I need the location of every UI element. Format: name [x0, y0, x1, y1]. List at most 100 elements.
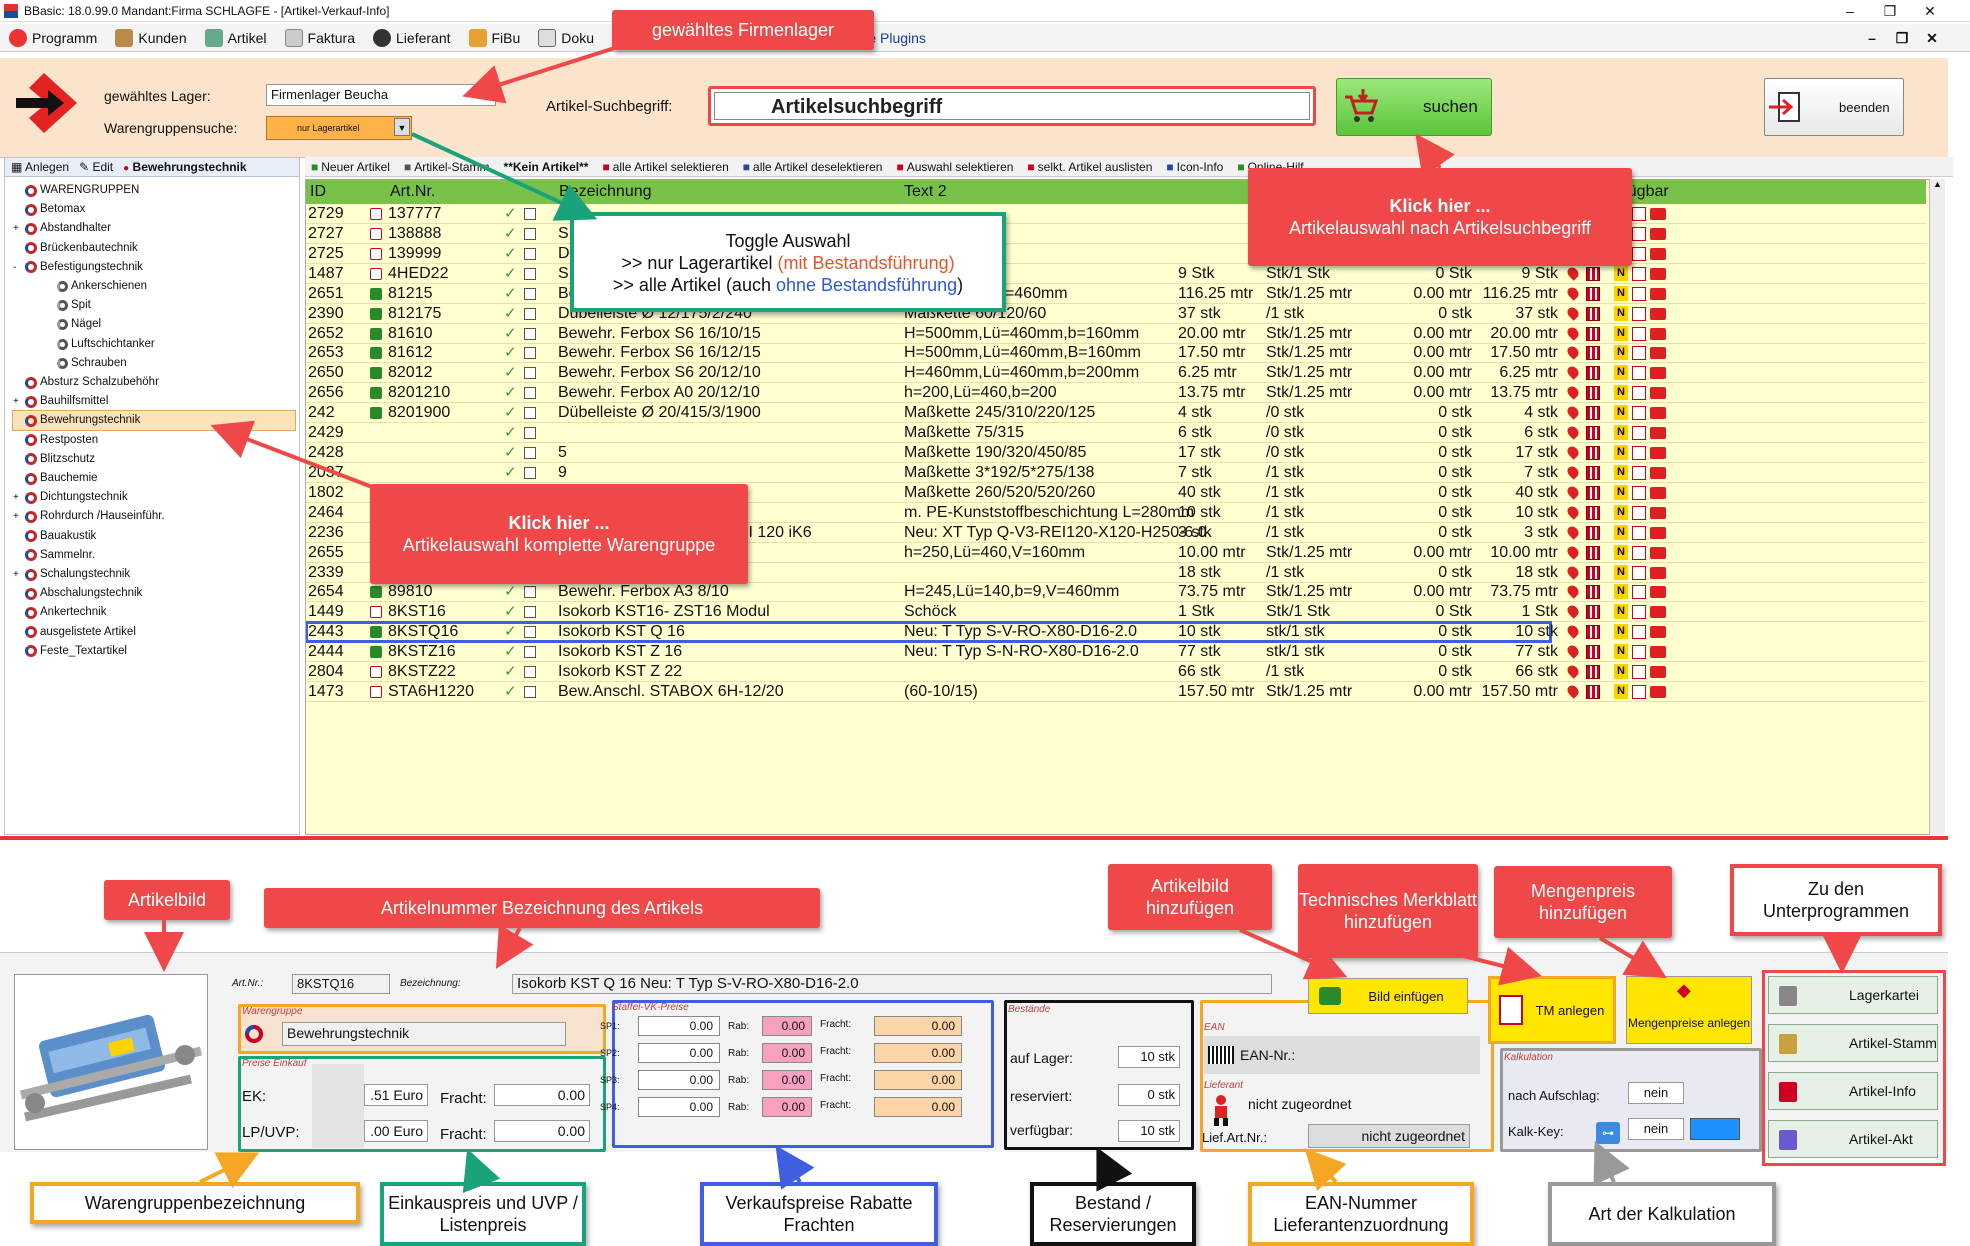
shelf-icon[interactable] [1586, 605, 1600, 620]
edit-doc-icon[interactable] [1632, 386, 1646, 401]
shelf-icon[interactable] [1586, 286, 1600, 301]
n-flag-icon[interactable]: N [1614, 504, 1628, 520]
chevron-down-icon[interactable]: ▼ [394, 118, 410, 136]
tree-item[interactable]: Betomax [13, 200, 295, 219]
select-checkbox[interactable] [524, 646, 536, 659]
table-row[interactable]: 2653 81612 Bewehr. Ferbox S6 16/12/15 H=500… [306, 343, 1926, 364]
edit-doc-icon[interactable] [1632, 465, 1646, 480]
location-pin-icon[interactable] [1565, 404, 1581, 420]
select-checkbox[interactable] [524, 427, 536, 440]
liefnr-field[interactable]: nicht zugeordnet [1308, 1124, 1470, 1148]
tree-item[interactable]: Ankerschienen [45, 277, 295, 296]
shelf-icon[interactable] [1586, 485, 1600, 500]
price-tag-icon[interactable] [1650, 566, 1666, 579]
shelf-icon[interactable] [1586, 525, 1600, 540]
location-pin-icon[interactable] [1565, 603, 1581, 620]
n-flag-icon[interactable]: N [1614, 445, 1628, 461]
vk-price-field[interactable]: 0.00 [638, 1097, 720, 1117]
shelf-icon[interactable] [1586, 585, 1600, 600]
edit-doc-icon[interactable] [1632, 685, 1646, 700]
location-pin-icon[interactable] [1565, 284, 1581, 301]
tree-item[interactable]: Abschalungstechnik [13, 584, 295, 603]
price-tag-icon[interactable] [1650, 546, 1666, 559]
select-checkbox[interactable] [524, 227, 536, 240]
col-text2[interactable]: Text 2 [904, 183, 947, 201]
n-flag-icon[interactable]: N [1614, 464, 1628, 480]
location-pin-icon[interactable] [1565, 324, 1581, 341]
edit-group-button[interactable]: ✎ Edit [79, 160, 113, 174]
tree-item[interactable]: + Schalungstechnik [13, 565, 295, 584]
tree-item[interactable]: Schrauben [45, 354, 295, 373]
table-row[interactable]: 2652 81610 Bewehr. Ferbox S6 16/10/15 H=500… [306, 324, 1926, 344]
tree-item[interactable]: Restposten [13, 431, 295, 450]
shelf-icon[interactable] [1586, 625, 1600, 640]
edit-doc-icon[interactable] [1632, 226, 1646, 241]
n-flag-icon[interactable]: N [1614, 365, 1628, 381]
tree-item[interactable]: ausgelistete Artikel [13, 623, 295, 642]
location-pin-icon[interactable] [1565, 623, 1581, 640]
tree-item[interactable]: Bauakustik [13, 527, 295, 546]
minimize-button[interactable]: – [1830, 0, 1870, 22]
tree-item[interactable]: Sammelnr. [13, 546, 295, 565]
edit-doc-icon[interactable] [1632, 346, 1646, 361]
select-checkbox[interactable] [524, 367, 536, 380]
table-row[interactable]: 242 8201900 Dübelleiste Ø 20/415/3/1900 Maß… [306, 403, 1926, 424]
edit-doc-icon[interactable] [1632, 286, 1646, 301]
price-tag-icon[interactable] [1650, 287, 1666, 300]
ek-field[interactable]: .51 Euro [364, 1084, 428, 1106]
rabatt-field[interactable]: 0.00 [762, 1043, 812, 1063]
shelf-icon[interactable] [1586, 386, 1600, 401]
tree-item[interactable]: + Dichtungstechnik [13, 488, 295, 507]
edit-doc-icon[interactable] [1632, 665, 1646, 680]
n-flag-icon[interactable]: N [1614, 524, 1628, 540]
tree-expander-icon[interactable]: - [13, 258, 22, 277]
menu-doku[interactable]: Doku [529, 24, 603, 52]
col-id[interactable]: ID [310, 183, 326, 201]
tree-item[interactable]: + Rohrdurch /Hauseinführ. [13, 507, 295, 526]
edit-doc-icon[interactable] [1632, 246, 1646, 261]
tree-item[interactable]: Luftschichtanker [45, 335, 295, 354]
table-row[interactable]: 1449 8KST16 Isokorb KST16- ZST16 Modul Schö… [306, 602, 1926, 623]
edit-doc-icon[interactable] [1632, 525, 1646, 540]
toolbar-item[interactable]: ■ alle Artikel deselektieren [743, 160, 883, 174]
price-tag-icon[interactable] [1650, 666, 1666, 679]
mdi-minimize-button[interactable]: – [1858, 26, 1886, 50]
price-tag-icon[interactable] [1650, 247, 1666, 260]
select-checkbox[interactable] [524, 586, 536, 599]
bild-einfuegen-button[interactable]: Bild einfügen [1308, 978, 1468, 1014]
rabatt-field[interactable]: 0.00 [762, 1016, 812, 1036]
menu-faktura[interactable]: Faktura [276, 24, 364, 52]
price-tag-icon[interactable] [1650, 466, 1666, 479]
tree-expander-icon[interactable]: + [13, 392, 22, 411]
toolbar-item[interactable]: ■ Icon-Info [1166, 160, 1223, 174]
artnr-field[interactable]: 8KSTQ16 [292, 974, 390, 994]
n-flag-icon[interactable]: N [1614, 325, 1628, 341]
select-checkbox[interactable] [524, 327, 536, 340]
price-tag-icon[interactable] [1650, 307, 1666, 320]
edit-doc-icon[interactable] [1632, 406, 1646, 421]
tree-item[interactable]: Nägel [45, 315, 295, 334]
tree-item[interactable]: Brückenbautechnik [13, 239, 295, 258]
n-flag-icon[interactable]: N [1614, 484, 1628, 500]
location-pin-icon[interactable] [1565, 304, 1581, 321]
location-pin-icon[interactable] [1565, 344, 1581, 361]
lager-field[interactable]: Firmenlager Beucha [266, 84, 496, 106]
exit-button[interactable]: beenden [1764, 78, 1904, 136]
rabatt-field[interactable]: 0.00 [762, 1070, 812, 1090]
tree-expander-icon[interactable]: + [13, 507, 22, 526]
restore-button[interactable]: ❐ [1870, 0, 1910, 22]
price-tag-icon[interactable] [1650, 427, 1666, 440]
vk-price-field[interactable]: 0.00 [638, 1070, 720, 1090]
ek-fracht-field[interactable]: 0.00 [494, 1084, 590, 1106]
location-pin-icon[interactable] [1565, 504, 1581, 520]
vk-fracht-field[interactable]: 0.00 [874, 1016, 962, 1036]
shelf-icon[interactable] [1586, 446, 1600, 461]
edit-doc-icon[interactable] [1632, 207, 1646, 221]
select-checkbox[interactable] [524, 307, 536, 320]
table-row[interactable]: 2727138888S✓N [306, 224, 1926, 244]
subprogram-button[interactable]: Artikel-Akt [1768, 1120, 1938, 1158]
price-tag-icon[interactable] [1650, 586, 1666, 599]
n-flag-icon[interactable]: N [1614, 385, 1628, 401]
tree-item[interactable]: + Bauhilfsmittel [13, 392, 295, 411]
kalkkey-value[interactable]: nein [1628, 1118, 1684, 1140]
